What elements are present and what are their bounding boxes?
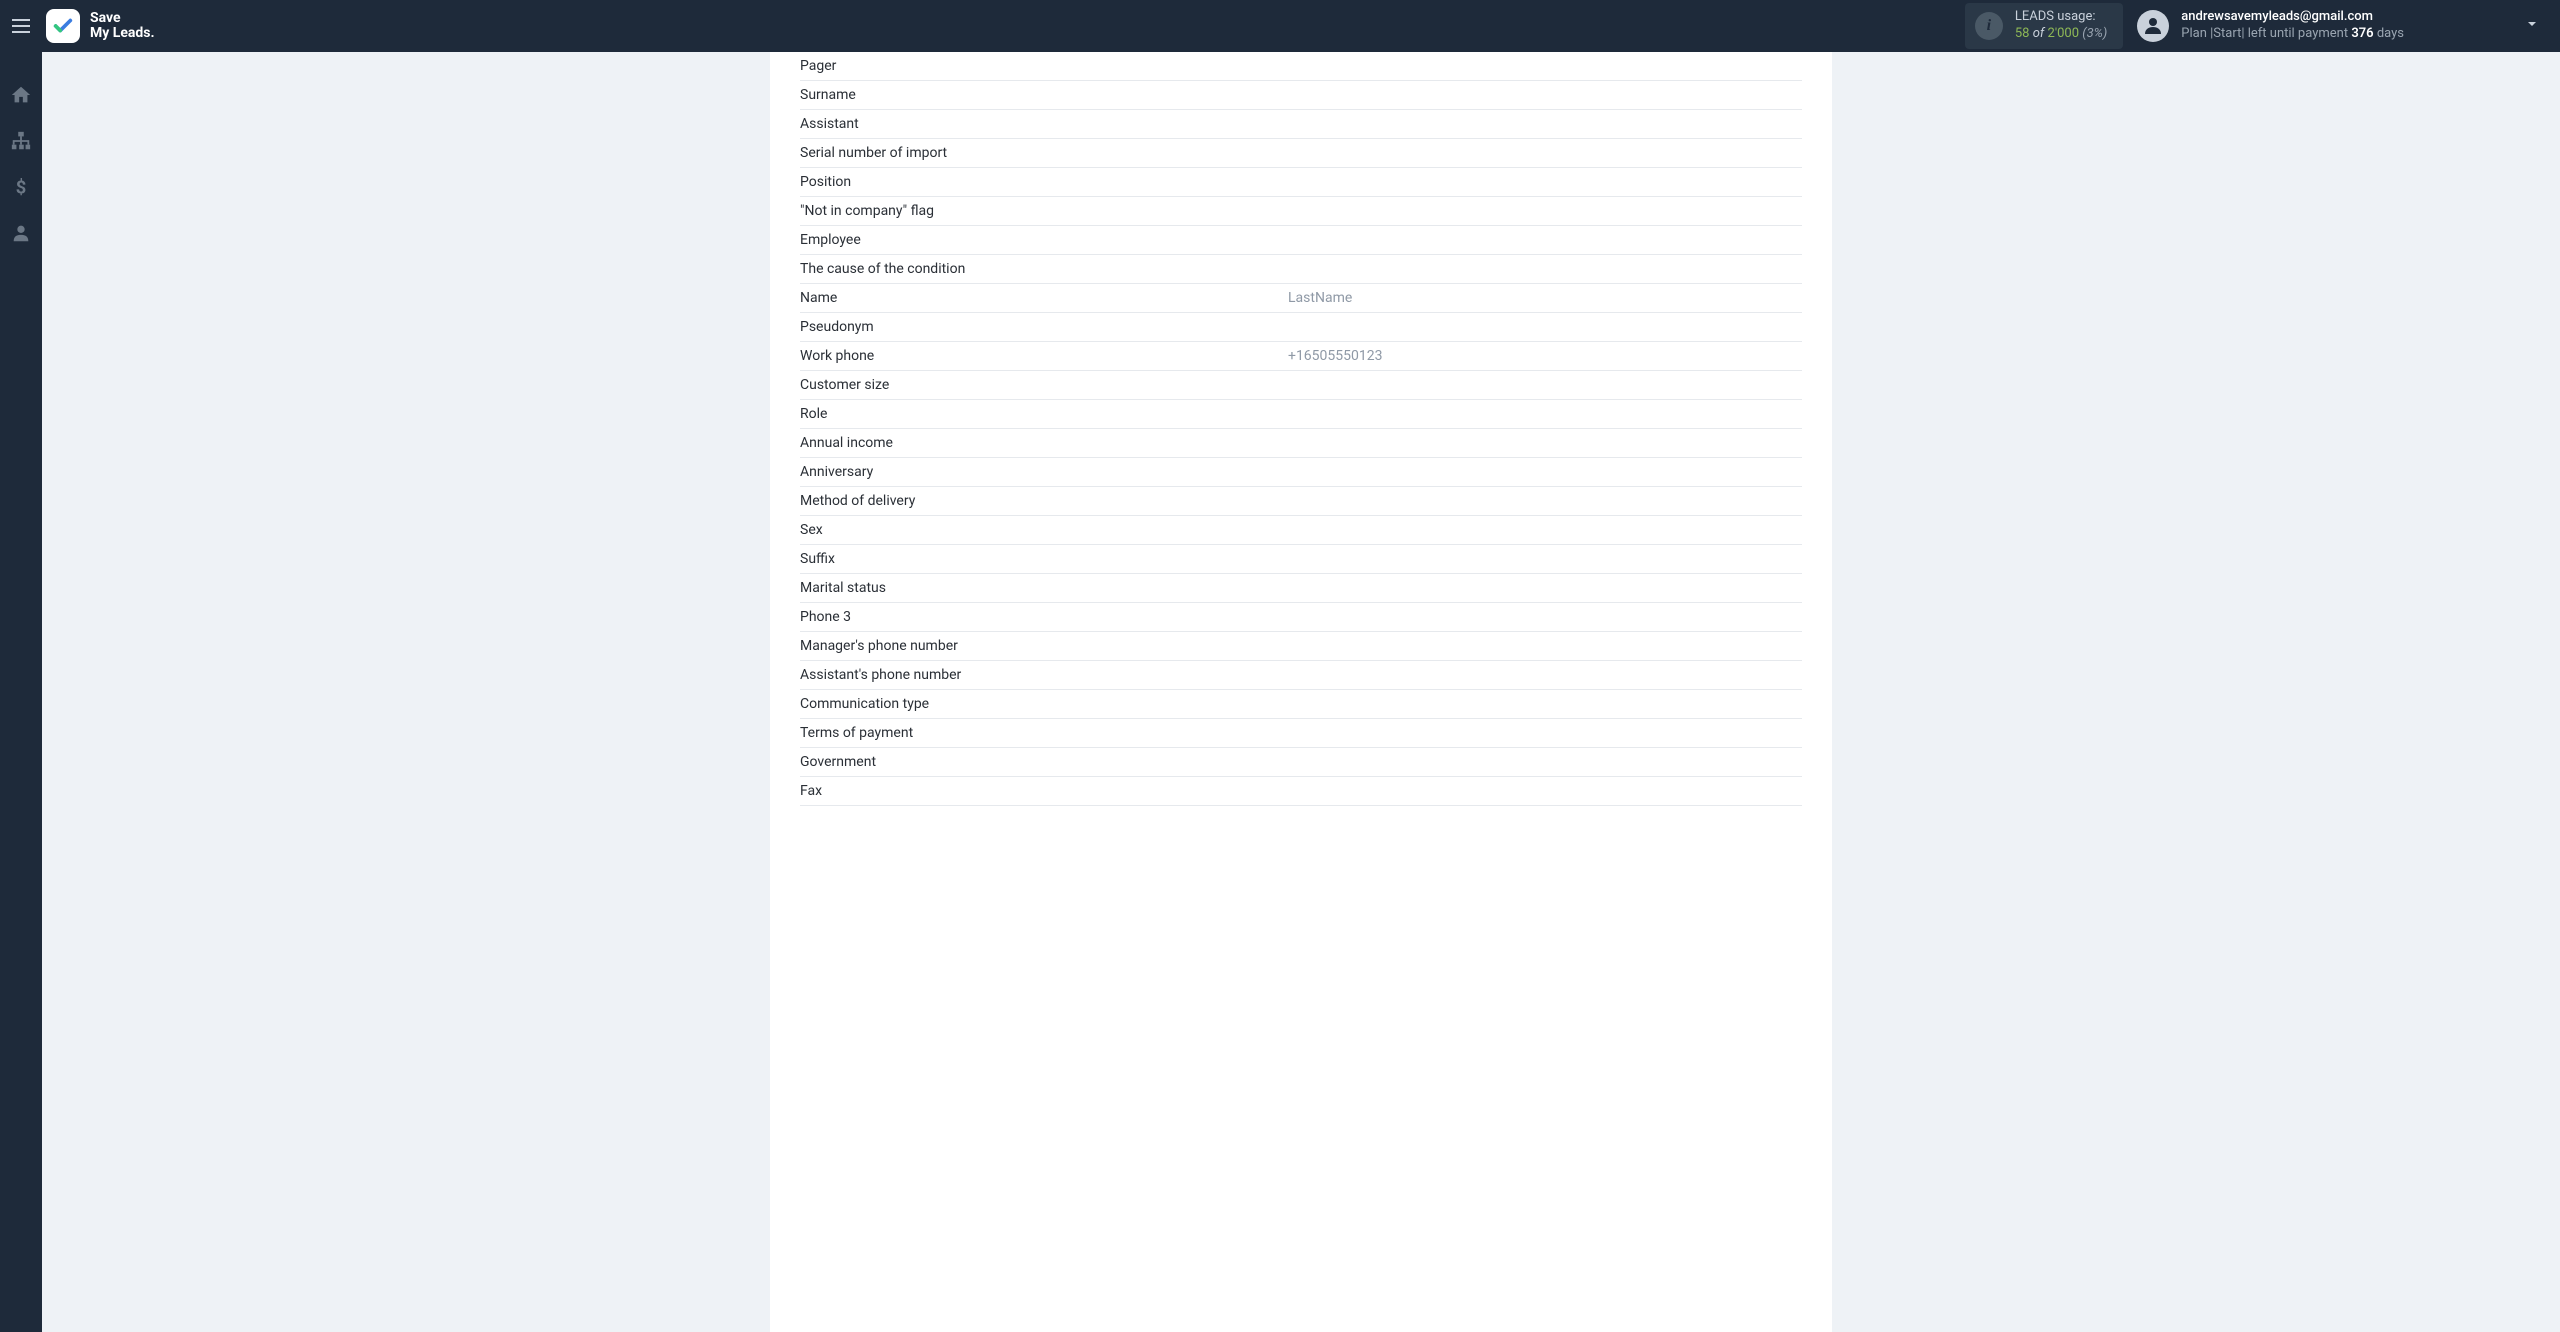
usage-max: 2'000 <box>2048 26 2080 41</box>
field-label: Marital status <box>800 580 1288 596</box>
field-label: Pseudonym <box>800 319 1288 335</box>
field-row[interactable]: Anniversary <box>800 458 1802 487</box>
app-logo[interactable] <box>46 9 80 43</box>
field-row[interactable]: Role <box>800 400 1802 429</box>
field-label: Name <box>800 290 1288 306</box>
field-row[interactable]: Assistant's phone number <box>800 661 1802 690</box>
field-row[interactable]: Method of delivery <box>800 487 1802 516</box>
field-row[interactable]: NameLastName <box>800 284 1802 313</box>
app-header: Save My Leads. i LEADS usage: 58 of 2'00… <box>0 0 2560 52</box>
hamburger-icon <box>12 19 30 33</box>
field-label: Government <box>800 754 1288 770</box>
fields-panel: Pager Surname Assistant Serial number of im… <box>770 52 1832 1332</box>
account-dropdown-toggle[interactable] <box>2404 16 2548 36</box>
field-row[interactable]: Phone 3 <box>800 603 1802 632</box>
field-label: Phone 3 <box>800 609 1288 625</box>
field-label: Method of delivery <box>800 493 1288 509</box>
field-row[interactable]: Suffix <box>800 545 1802 574</box>
field-row[interactable]: Terms of payment <box>800 719 1802 748</box>
account-menu[interactable]: andrewsavemyleads@gmail.com Plan |Start|… <box>2137 9 2404 43</box>
chevron-down-icon <box>2524 16 2540 32</box>
field-row[interactable]: The cause of the condition <box>800 255 1802 284</box>
field-value: +16505550123 <box>1288 348 1383 364</box>
person-icon <box>2141 14 2165 38</box>
usage-pct: (3%) <box>2082 26 2107 41</box>
field-value: LastName <box>1288 290 1352 306</box>
account-text: andrewsavemyleads@gmail.com Plan |Start|… <box>2181 9 2404 43</box>
field-row[interactable]: Manager's phone number <box>800 632 1802 661</box>
usage-label: LEADS usage: <box>2015 9 2107 26</box>
field-row[interactable]: Employee <box>800 226 1802 255</box>
field-label: Role <box>800 406 1288 422</box>
field-label: "Not in company" flag <box>800 203 1288 219</box>
field-label: Terms of payment <box>800 725 1288 741</box>
field-row[interactable]: Annual income <box>800 429 1802 458</box>
field-row[interactable]: Pager <box>800 52 1802 81</box>
sidebar: $ <box>0 52 42 1332</box>
field-row[interactable]: Customer size <box>800 371 1802 400</box>
field-label: Fax <box>800 783 1288 799</box>
sidebar-item-account[interactable] <box>10 222 32 244</box>
svg-text:$: $ <box>16 177 27 198</box>
usage-current: 58 <box>2015 26 2030 41</box>
field-row[interactable]: Work phone+16505550123 <box>800 342 1802 371</box>
field-row[interactable]: Serial number of import <box>800 139 1802 168</box>
field-label: Customer size <box>800 377 1288 393</box>
field-label: Pager <box>800 58 1288 74</box>
field-label: Sex <box>800 522 1288 538</box>
field-label: Employee <box>800 232 1288 248</box>
field-row[interactable]: Fax <box>800 777 1802 806</box>
field-label: Suffix <box>800 551 1288 567</box>
field-label: Assistant <box>800 116 1288 132</box>
field-label: Surname <box>800 87 1288 103</box>
avatar <box>2137 10 2169 42</box>
field-label: Anniversary <box>800 464 1288 480</box>
field-label: Serial number of import <box>800 145 1288 161</box>
dollar-icon: $ <box>10 176 32 198</box>
sidebar-item-connections[interactable] <box>10 130 32 152</box>
sidebar-item-billing[interactable]: $ <box>10 176 32 198</box>
menu-toggle[interactable] <box>0 0 42 52</box>
field-row[interactable]: Communication type <box>800 690 1802 719</box>
person-icon <box>10 222 32 244</box>
field-label: Work phone <box>800 348 1288 364</box>
main-content: Pager Surname Assistant Serial number of im… <box>42 52 2560 1332</box>
field-label: Position <box>800 174 1288 190</box>
checkmark-icon <box>52 15 74 37</box>
field-label: Annual income <box>800 435 1288 451</box>
field-label: Assistant's phone number <box>800 667 1288 683</box>
field-row[interactable]: Surname <box>800 81 1802 110</box>
field-row[interactable]: Sex <box>800 516 1802 545</box>
sidebar-item-home[interactable] <box>10 84 32 106</box>
info-icon: i <box>1975 12 2003 40</box>
brand-line1: Save <box>90 11 155 26</box>
field-row[interactable]: Assistant <box>800 110 1802 139</box>
brand-name: Save My Leads. <box>90 11 155 42</box>
field-row[interactable]: "Not in company" flag <box>800 197 1802 226</box>
field-row[interactable]: Position <box>800 168 1802 197</box>
field-row[interactable]: Marital status <box>800 574 1802 603</box>
brand-line2: My Leads. <box>90 26 155 41</box>
usage-of: of <box>2033 26 2045 41</box>
field-row[interactable]: Government <box>800 748 1802 777</box>
sitemap-icon <box>10 130 32 152</box>
field-label: Manager's phone number <box>800 638 1288 654</box>
account-plan: Plan |Start| left until payment 376 days <box>2181 26 2404 43</box>
leads-usage-box[interactable]: i LEADS usage: 58 of 2'000 (3%) <box>1965 3 2123 49</box>
usage-text: LEADS usage: 58 of 2'000 (3%) <box>2015 9 2107 43</box>
field-label: Communication type <box>800 696 1288 712</box>
field-row[interactable]: Pseudonym <box>800 313 1802 342</box>
field-label: The cause of the condition <box>800 261 1288 277</box>
account-email: andrewsavemyleads@gmail.com <box>2181 9 2404 26</box>
home-icon <box>10 84 32 106</box>
